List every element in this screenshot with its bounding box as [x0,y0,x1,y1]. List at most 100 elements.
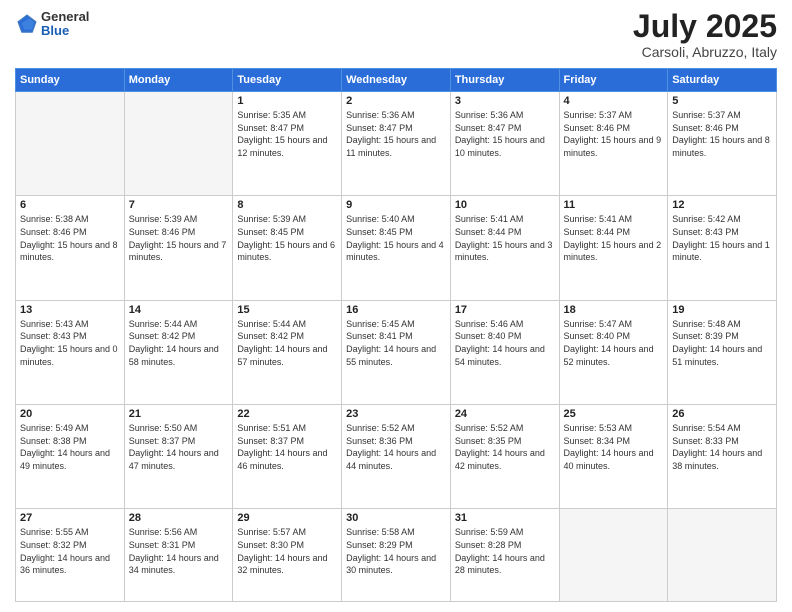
day-info: Sunrise: 5:58 AMSunset: 8:29 PMDaylight:… [346,526,446,576]
day-info: Sunrise: 5:39 AMSunset: 8:45 PMDaylight:… [237,213,337,263]
day-number: 28 [129,512,229,524]
logo-icon [15,12,39,36]
day-info: Sunrise: 5:46 AMSunset: 8:40 PMDaylight:… [455,318,555,368]
day-info: Sunrise: 5:36 AMSunset: 8:47 PMDaylight:… [455,109,555,159]
day-number: 21 [129,408,229,420]
day-number: 3 [455,95,555,107]
calendar-location: Carsoli, Abruzzo, Italy [633,44,777,60]
logo: General Blue [15,10,89,39]
day-info: Sunrise: 5:56 AMSunset: 8:31 PMDaylight:… [129,526,229,576]
day-info: Sunrise: 5:42 AMSunset: 8:43 PMDaylight:… [672,213,772,263]
calendar-cell: 30 Sunrise: 5:58 AMSunset: 8:29 PMDayligh… [342,509,451,602]
calendar-cell: 31 Sunrise: 5:59 AMSunset: 8:28 PMDayligh… [450,509,559,602]
weekday-header-row: SundayMondayTuesdayWednesdayThursdayFrid… [16,69,777,92]
day-info: Sunrise: 5:52 AMSunset: 8:36 PMDaylight:… [346,422,446,472]
calendar-cell: 18Sunrise: 5:47 AMSunset: 8:40 PMDayligh… [559,300,668,404]
calendar-cell: 11Sunrise: 5:41 AMSunset: 8:44 PMDayligh… [559,196,668,300]
calendar-week-row: 13 Sunrise: 5:43 AMSunset: 8:43 PMDayligh… [16,300,777,404]
day-number: 8 [237,199,337,211]
calendar-cell: 20Sunrise: 5:49 AMSunset: 8:38 PMDayligh… [16,405,125,509]
calendar-week-row: 6 Sunrise: 5:38 AMSunset: 8:46 PMDaylight… [16,196,777,300]
day-number: 16 [346,304,446,316]
day-number: 13 [20,304,120,316]
calendar-week-row: 27 Sunrise: 5:55 AMSunset: 8:32 PMDayligh… [16,509,777,602]
header: General Blue July 2025 Carsoli, Abruzzo,… [15,10,777,60]
calendar-cell: 27 Sunrise: 5:55 AMSunset: 8:32 PMDayligh… [16,509,125,602]
day-info: Sunrise: 5:41 AMSunset: 8:44 PMDaylight:… [455,213,555,263]
day-number: 5 [672,95,772,107]
calendar-cell: 1 Sunrise: 5:35 AMSunset: 8:47 PMDaylight… [233,92,342,196]
logo-general-text: General [41,10,89,24]
day-number: 11 [564,199,664,211]
day-info: Sunrise: 5:37 AMSunset: 8:46 PMDaylight:… [564,109,664,159]
day-number: 25 [564,408,664,420]
calendar-cell: 2Sunrise: 5:36 AMSunset: 8:47 PMDaylight… [342,92,451,196]
logo-text: General Blue [41,10,89,39]
day-number: 22 [237,408,337,420]
weekday-header-monday: Monday [124,69,233,92]
day-number: 4 [564,95,664,107]
day-number: 18 [564,304,664,316]
calendar-cell: 17 Sunrise: 5:46 AMSunset: 8:40 PMDayligh… [450,300,559,404]
day-number: 27 [20,512,120,524]
day-info: Sunrise: 5:38 AMSunset: 8:46 PMDaylight:… [20,213,120,263]
weekday-header-tuesday: Tuesday [233,69,342,92]
calendar-cell: 7 Sunrise: 5:39 AMSunset: 8:46 PMDaylight… [124,196,233,300]
calendar-cell: 5Sunrise: 5:37 AMSunset: 8:46 PMDaylight… [668,92,777,196]
day-info: Sunrise: 5:39 AMSunset: 8:46 PMDaylight:… [129,213,229,263]
calendar-cell: 15 Sunrise: 5:44 AMSunset: 8:42 PMDayligh… [233,300,342,404]
calendar-cell: 28 Sunrise: 5:56 AMSunset: 8:31 PMDayligh… [124,509,233,602]
calendar-cell: 19Sunrise: 5:48 AMSunset: 8:39 PMDayligh… [668,300,777,404]
weekday-header-thursday: Thursday [450,69,559,92]
day-info: Sunrise: 5:43 AMSunset: 8:43 PMDaylight:… [20,318,120,368]
day-info: Sunrise: 5:44 AMSunset: 8:42 PMDaylight:… [129,318,229,368]
day-number: 19 [672,304,772,316]
calendar-cell: 21 Sunrise: 5:50 AMSunset: 8:37 PMDayligh… [124,405,233,509]
calendar-cell: 29Sunrise: 5:57 AMSunset: 8:30 PMDayligh… [233,509,342,602]
calendar-cell: 23Sunrise: 5:52 AMSunset: 8:36 PMDayligh… [342,405,451,509]
logo-blue-text: Blue [41,24,89,38]
calendar-cell: 12Sunrise: 5:42 AMSunset: 8:43 PMDayligh… [668,196,777,300]
day-info: Sunrise: 5:59 AMSunset: 8:28 PMDaylight:… [455,526,555,576]
weekday-header-wednesday: Wednesday [342,69,451,92]
calendar-cell: 16 Sunrise: 5:45 AMSunset: 8:41 PMDayligh… [342,300,451,404]
calendar-cell: 13 Sunrise: 5:43 AMSunset: 8:43 PMDayligh… [16,300,125,404]
calendar-cell: 24Sunrise: 5:52 AMSunset: 8:35 PMDayligh… [450,405,559,509]
calendar-table: SundayMondayTuesdayWednesdayThursdayFrid… [15,68,777,602]
weekday-header-saturday: Saturday [668,69,777,92]
day-info: Sunrise: 5:50 AMSunset: 8:37 PMDaylight:… [129,422,229,472]
calendar-cell: 3 Sunrise: 5:36 AMSunset: 8:47 PMDaylight… [450,92,559,196]
day-number: 15 [237,304,337,316]
day-info: Sunrise: 5:40 AMSunset: 8:45 PMDaylight:… [346,213,446,263]
calendar-cell: 9 Sunrise: 5:40 AMSunset: 8:45 PMDaylight… [342,196,451,300]
weekday-header-friday: Friday [559,69,668,92]
day-number: 30 [346,512,446,524]
day-number: 6 [20,199,120,211]
day-info: Sunrise: 5:57 AMSunset: 8:30 PMDaylight:… [237,526,337,576]
day-info: Sunrise: 5:53 AMSunset: 8:34 PMDaylight:… [564,422,664,472]
weekday-header-sunday: Sunday [16,69,125,92]
calendar-cell [16,92,125,196]
day-info: Sunrise: 5:35 AMSunset: 8:47 PMDaylight:… [237,109,337,159]
day-info: Sunrise: 5:44 AMSunset: 8:42 PMDaylight:… [237,318,337,368]
day-info: Sunrise: 5:51 AMSunset: 8:37 PMDaylight:… [237,422,337,472]
day-info: Sunrise: 5:45 AMSunset: 8:41 PMDaylight:… [346,318,446,368]
calendar-cell: 26Sunrise: 5:54 AMSunset: 8:33 PMDayligh… [668,405,777,509]
day-info: Sunrise: 5:55 AMSunset: 8:32 PMDaylight:… [20,526,120,576]
calendar-cell: 4 Sunrise: 5:37 AMSunset: 8:46 PMDaylight… [559,92,668,196]
day-number: 26 [672,408,772,420]
calendar-week-row: 20Sunrise: 5:49 AMSunset: 8:38 PMDayligh… [16,405,777,509]
calendar-week-row: 1 Sunrise: 5:35 AMSunset: 8:47 PMDaylight… [16,92,777,196]
day-number: 17 [455,304,555,316]
day-number: 24 [455,408,555,420]
calendar-cell [124,92,233,196]
day-number: 1 [237,95,337,107]
day-number: 7 [129,199,229,211]
day-number: 9 [346,199,446,211]
calendar-cell: 8 Sunrise: 5:39 AMSunset: 8:45 PMDaylight… [233,196,342,300]
day-number: 2 [346,95,446,107]
calendar-title: July 2025 [633,10,777,42]
calendar-cell: 6 Sunrise: 5:38 AMSunset: 8:46 PMDaylight… [16,196,125,300]
day-number: 31 [455,512,555,524]
day-info: Sunrise: 5:49 AMSunset: 8:38 PMDaylight:… [20,422,120,472]
